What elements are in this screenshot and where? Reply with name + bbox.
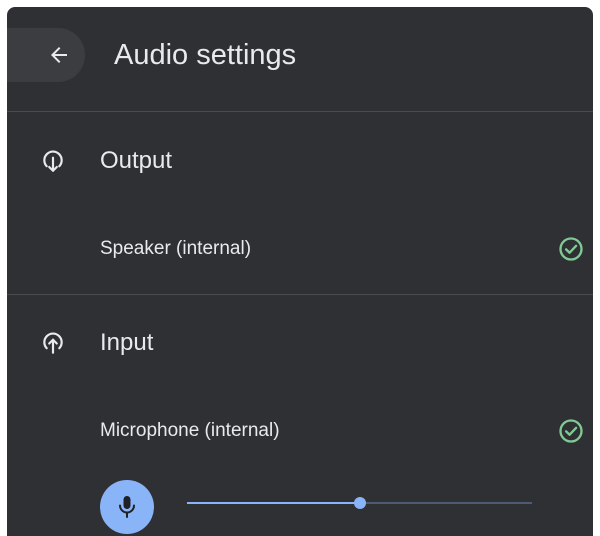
check-circle-icon <box>559 237 583 261</box>
page-title: Audio settings <box>114 39 297 71</box>
input-gain-slider[interactable] <box>187 491 532 515</box>
output-device-label: Speaker (internal) <box>100 238 252 259</box>
section-divider <box>7 294 593 295</box>
arrow-back-icon <box>51 47 67 63</box>
input-arrow-up-icon <box>43 332 63 354</box>
slider-thumb[interactable] <box>353 497 366 509</box>
input-section-title: Input <box>100 329 154 356</box>
slider-fill <box>187 502 360 504</box>
output-section-title: Output <box>100 147 173 174</box>
input-device-microphone-internal[interactable]: Microphone (internal) <box>7 407 593 455</box>
output-device-speaker-internal[interactable]: Speaker (internal) <box>7 225 593 273</box>
header-divider <box>7 111 593 112</box>
microphone-icon <box>119 496 135 518</box>
back-button[interactable] <box>7 28 85 82</box>
audio-settings-panel: Audio settings Output Speaker (internal)… <box>7 7 593 536</box>
mute-microphone-button[interactable] <box>100 480 154 534</box>
input-device-label: Microphone (internal) <box>100 420 280 441</box>
check-circle-icon <box>559 419 583 443</box>
header: Audio settings <box>7 7 593 111</box>
output-arrow-down-icon <box>43 150 63 172</box>
